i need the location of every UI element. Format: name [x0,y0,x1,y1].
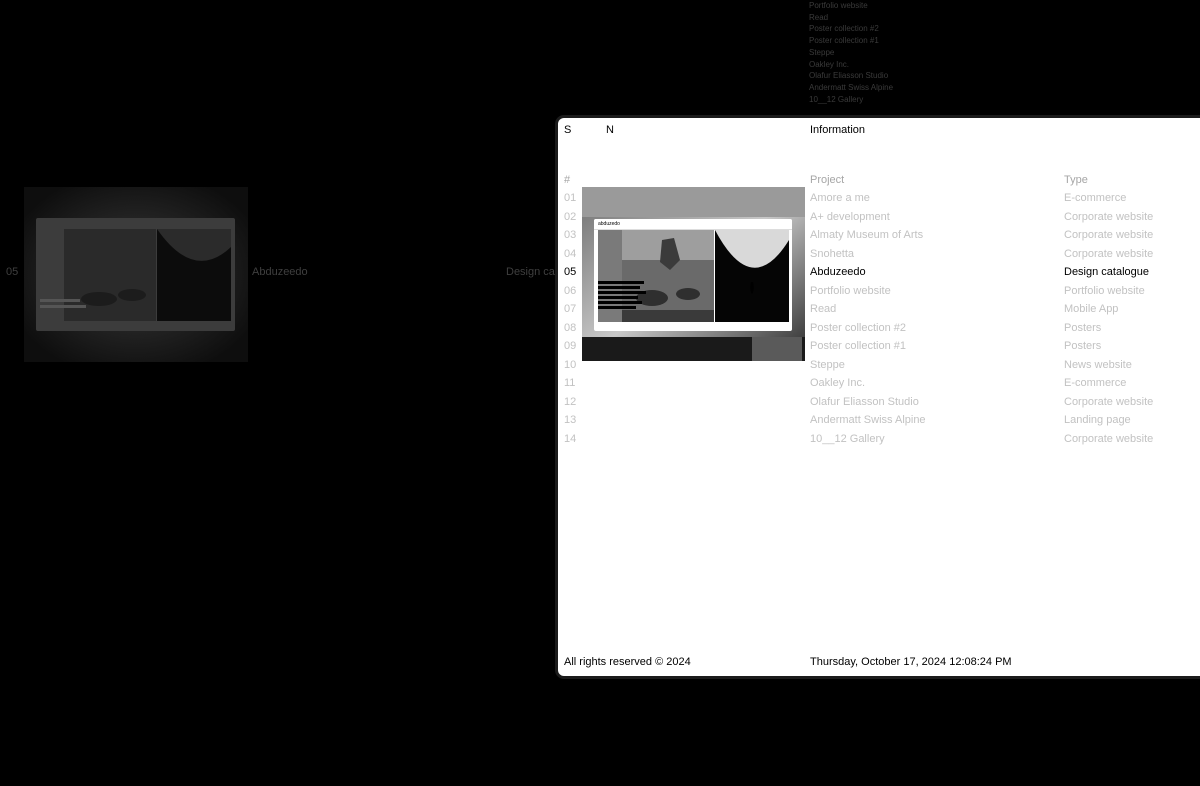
row-type: E-commerce [1064,192,1127,204]
row-project: Almaty Museum of Arts [810,229,924,241]
row-type: Posters [1064,340,1102,352]
column-header-type: Type [1064,174,1088,186]
row-num: 02 [564,210,577,223]
row-type: News website [1064,358,1132,371]
row-project: Andermatt Swiss Alpine [810,414,926,426]
row-type: Corporate website [1064,395,1154,408]
row-project: Portfolio website [810,284,891,297]
bg-list-item: Olafur Eliasson Studio [809,71,889,81]
row-project: A+ development [810,210,890,223]
bg-row-type: Design ca [506,266,555,278]
row-num: 09 [564,340,577,352]
row-type: Corporate website [1064,247,1154,260]
bg-list-item: Poster collection #2 [809,24,879,34]
footer-datetime: Thursday, October 17, 2024 12:08:24 PM [810,656,1012,668]
row-num: 06 [564,284,577,297]
row-num: 14 [564,432,577,445]
background-project-list: Portfolio website Read Poster collection… [809,0,893,105]
bg-list-item: Oakley Inc. [809,59,850,69]
row-project: Poster collection #2 [810,321,906,334]
row-project: Steppe [810,358,845,371]
row-num: 10 [564,358,577,371]
project-index-window: S N Information # Project Type 01 Amore a… [558,118,1200,676]
row-num: 01 [564,192,577,204]
table-row[interactable]: 12 Olafur Eliasson Studio Corporate websit… [558,396,1200,415]
bg-row-project: Abduzeedo [252,266,308,278]
row-project: Read [810,303,837,315]
row-type: Corporate website [1064,432,1154,445]
bg-list-item: Read [809,12,829,22]
information-link[interactable]: Information [810,124,865,136]
row-num: 05 [564,266,577,278]
bg-list-item: Andermatt Swiss Alpine [809,82,894,92]
row-project: Oakley Inc. [810,377,866,389]
row-type: E-commerce [1064,377,1127,389]
row-num: 04 [564,247,577,260]
logo-n[interactable]: N [606,124,614,136]
project-preview-image: abduzedo [582,187,805,361]
row-num: 08 [564,321,577,334]
row-project: Abduzeedo [810,266,866,278]
logo-s[interactable]: S [564,124,571,136]
bg-list-item: Poster collection #1 [809,36,879,46]
row-type: Corporate website [1064,229,1154,241]
row-type: Corporate website [1064,210,1154,223]
row-type: Design catalogue [1064,266,1150,278]
row-num: 13 [564,414,577,426]
row-num: 03 [564,229,577,241]
preview-screenshot: abduzedo [594,219,792,331]
row-type: Mobile App [1064,303,1119,315]
bg-preview-image [24,187,248,362]
column-header-project: Project [810,174,845,186]
row-num: 07 [564,303,577,315]
footer-copyright: All rights reserved © 2024 [564,656,691,668]
row-type: Portfolio website [1064,284,1145,297]
row-num: 12 [564,395,577,408]
bg-list-item: 10__12 Gallery [809,94,864,104]
table-row[interactable]: 13 Andermatt Swiss Alpine Landing page [558,414,1200,433]
row-project: 10__12 Gallery [810,432,885,445]
preview-logo: abduzedo [598,221,620,227]
column-header-number: # [564,174,571,186]
bg-list-item: Steppe [809,47,835,57]
row-type: Posters [1064,321,1102,334]
row-num: 11 [564,377,576,389]
table-row[interactable]: 14 10__12 Gallery Corporate website [558,433,1200,452]
row-project: Snohetta [810,247,855,260]
row-type: Landing page [1064,414,1131,426]
row-project: Poster collection #1 [810,340,906,352]
table-row[interactable]: 10 Steppe News website [558,359,1200,378]
row-project: Amore a me [810,192,870,204]
bg-list-item: Portfolio website [809,1,868,10]
row-project: Olafur Eliasson Studio [810,395,919,408]
table-row[interactable]: 11 Oakley Inc. E-commerce [558,377,1200,396]
bg-row-number: 05 [6,266,19,278]
